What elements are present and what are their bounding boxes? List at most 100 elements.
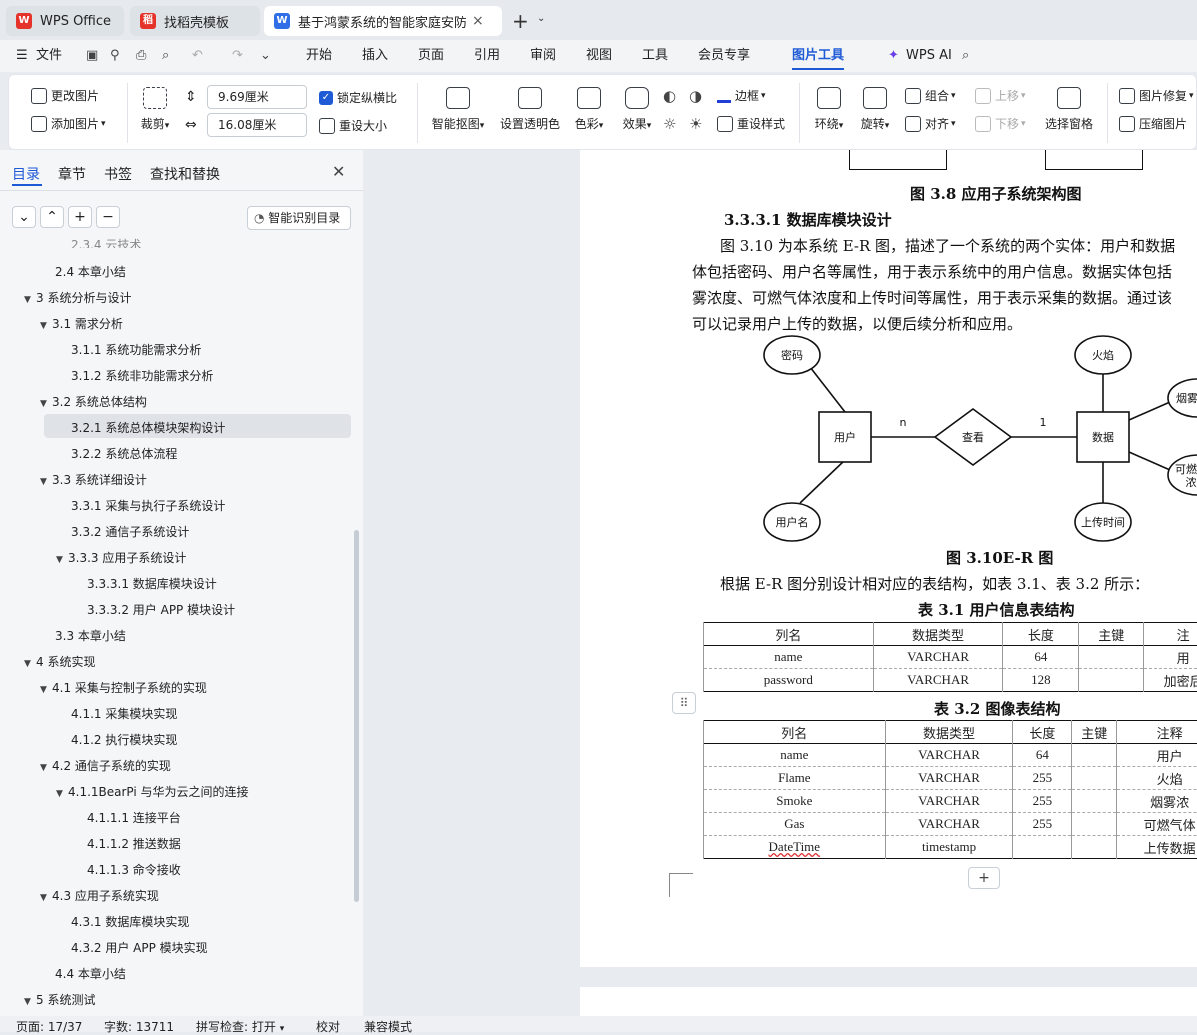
change-picture-button[interactable]: 更改图片 xyxy=(31,87,99,104)
image-table[interactable]: 列名 数据类型 长度 主键 注释 name VARCHAR 64 用户 Flam… xyxy=(703,720,1197,859)
expand-triangle-icon[interactable]: ▼ xyxy=(56,555,68,565)
expand-triangle-icon[interactable]: ▼ xyxy=(56,789,68,799)
toc-item[interactable]: 4.1.2 执行模块实现 xyxy=(71,731,177,748)
chevron-down-icon[interactable]: ⌄ xyxy=(537,13,545,24)
menu-file[interactable]: 文件 xyxy=(36,40,62,72)
remove-toc-button[interactable]: − xyxy=(96,206,120,228)
er-diagram[interactable]: 密码 用户 用户名 n 查看 1 数据 火焰 烟雾 可燃 浓 上传时间 xyxy=(580,330,1197,550)
user-info-table[interactable]: 列名 数据类型 长度 主键 注 name VARCHAR 64 用 passwo… xyxy=(703,622,1197,692)
reset-size-button[interactable]: 重设大小 xyxy=(319,117,387,134)
toc-item[interactable]: ▼3 系统分析与设计 xyxy=(24,289,131,306)
nav-tab-toc[interactable]: 目录 xyxy=(12,164,40,184)
menu-picture-tools[interactable]: 图片工具 xyxy=(792,40,844,70)
menu-review[interactable]: 审阅 xyxy=(530,40,556,72)
color-button[interactable]: 色彩▾ xyxy=(569,87,609,132)
expand-button[interactable]: ⌃ xyxy=(40,206,64,228)
word-count[interactable]: 字数: 13711 xyxy=(104,1018,174,1035)
close-icon[interactable]: ✕ xyxy=(332,162,345,181)
effect-button[interactable]: 效果▾ xyxy=(615,87,659,132)
menu-insert[interactable]: 插入 xyxy=(362,40,388,72)
toc-item[interactable]: ▼3.3 系统详细设计 xyxy=(40,471,147,488)
contrast-up-icon[interactable]: ☼ xyxy=(663,115,676,133)
toc-item[interactable]: 3.3.1 采集与执行子系统设计 xyxy=(71,497,225,514)
align-button[interactable]: 对齐▾ xyxy=(905,115,956,132)
contrast-down-icon[interactable]: ☀ xyxy=(689,115,702,133)
smart-cutout-button[interactable]: 智能抠图▾ xyxy=(427,87,489,132)
group-button[interactable]: 组合▾ xyxy=(905,87,956,104)
print-icon[interactable]: ⎙ xyxy=(136,40,146,72)
expand-triangle-icon[interactable]: ▼ xyxy=(40,321,52,331)
menu-wps-ai[interactable]: WPS AI xyxy=(906,40,952,72)
picture-repair-button[interactable]: 图片修复▾ xyxy=(1119,87,1194,104)
smart-toc-button[interactable]: ◔ 智能识别目录 xyxy=(247,206,351,230)
spell-check-toggle[interactable]: 拼写检查: 打开 ▾ xyxy=(196,1018,284,1035)
width-input[interactable]: 16.08厘米 xyxy=(207,113,307,137)
close-tab-icon[interactable]: × xyxy=(472,13,484,29)
toc-item[interactable]: ▼5 系统测试 xyxy=(24,991,95,1008)
toc-item[interactable]: ▼3.2 系统总体结构 xyxy=(40,393,147,410)
hamburger-icon[interactable]: ☰ xyxy=(16,40,28,72)
add-picture-button[interactable]: 添加图片▾ xyxy=(31,115,106,132)
toc-item[interactable]: ▼4.1.1BearPi 与华为云之间的连接 xyxy=(56,783,249,800)
add-row-icon[interactable]: + xyxy=(968,867,1000,889)
document-page-next[interactable] xyxy=(580,987,1197,1016)
border-button[interactable]: 边框▾ xyxy=(717,87,766,104)
expand-triangle-icon[interactable]: ▼ xyxy=(40,893,52,903)
wrap-button[interactable]: 环绕▾ xyxy=(809,87,849,132)
toc-item[interactable]: 3.3.3.1 数据库模块设计 xyxy=(87,575,217,592)
toc-item[interactable]: ▼3.1 需求分析 xyxy=(40,315,123,332)
toc-item[interactable]: 2.3.4 云技术 xyxy=(71,236,141,248)
page-indicator[interactable]: 页面: 17/37 xyxy=(16,1018,82,1035)
height-input[interactable]: 9.69厘米 xyxy=(207,85,307,109)
toc-item[interactable]: ▼4.1 采集与控制子系统的实现 xyxy=(40,679,207,696)
expand-triangle-icon[interactable]: ▼ xyxy=(24,659,36,669)
menu-member[interactable]: 会员专享 xyxy=(698,40,750,72)
toc-item[interactable]: 2.4 本章小结 xyxy=(55,263,126,280)
lock-ratio-checkbox[interactable]: ✓锁定纵横比 xyxy=(319,89,397,106)
set-transparent-button[interactable]: 设置透明色 xyxy=(497,87,563,132)
tab-document[interactable]: W 基于鸿蒙系统的智能家庭安防 × xyxy=(264,6,502,36)
compress-picture-button[interactable]: 压缩图片 xyxy=(1119,115,1187,132)
expand-triangle-icon[interactable]: ▼ xyxy=(40,685,52,695)
menu-page[interactable]: 页面 xyxy=(418,40,444,72)
menu-tools[interactable]: 工具 xyxy=(642,40,668,72)
print-preview-icon[interactable]: ⌕ xyxy=(162,40,169,72)
expand-triangle-icon[interactable]: ▼ xyxy=(40,763,52,773)
search-icon[interactable]: ⌕ xyxy=(962,40,969,72)
expand-triangle-icon[interactable]: ▼ xyxy=(24,295,36,305)
tab-wps-office[interactable]: W WPS Office xyxy=(6,6,124,36)
nav-tab-chapter[interactable]: 章节 xyxy=(58,164,86,184)
table-drag-handle-icon[interactable]: ⠿ xyxy=(672,692,696,714)
more-chevron-icon[interactable]: ⌄ xyxy=(260,40,271,72)
expand-triangle-icon[interactable]: ▼ xyxy=(24,997,36,1007)
undo-icon[interactable]: ↶ xyxy=(192,40,203,72)
menu-reference[interactable]: 引用 xyxy=(474,40,500,72)
redo-icon[interactable]: ↷ xyxy=(232,40,243,72)
proofread-button[interactable]: 校对 xyxy=(316,1018,340,1035)
select-pane-button[interactable]: 选择窗格 xyxy=(1041,87,1097,132)
toc-item[interactable]: 3.3.3.2 用户 APP 模块设计 xyxy=(87,601,235,618)
add-toc-button[interactable]: + xyxy=(68,206,92,228)
menu-view[interactable]: 视图 xyxy=(586,40,612,72)
reset-style-button[interactable]: 重设样式 xyxy=(717,115,785,132)
toc-item[interactable]: 3.3.2 通信子系统设计 xyxy=(71,523,189,540)
expand-triangle-icon[interactable]: ▼ xyxy=(40,399,52,409)
toc-item[interactable]: 4.1.1 采集模块实现 xyxy=(71,705,177,722)
toc-item[interactable]: 3.2.2 系统总体流程 xyxy=(71,445,177,462)
nav-scrollbar[interactable] xyxy=(354,530,359,902)
toc-item[interactable]: 4.4 本章小结 xyxy=(55,965,126,982)
crop-button[interactable]: 裁剪▾ xyxy=(135,87,175,132)
nav-tab-bookmark[interactable]: 书签 xyxy=(104,164,132,184)
toc-item-selected[interactable]: 3.2.1 系统总体模块架构设计 xyxy=(71,419,225,436)
menu-start[interactable]: 开始 xyxy=(306,40,332,72)
toc-item[interactable]: ▼4.2 通信子系统的实现 xyxy=(40,757,171,774)
toc-item[interactable]: ▼4.3 应用子系统实现 xyxy=(40,887,159,904)
toc-item[interactable]: 4.1.1.3 命令接收 xyxy=(87,861,181,878)
nav-tab-find-replace[interactable]: 查找和替换 xyxy=(150,164,220,184)
toc-item[interactable]: 4.3.2 用户 APP 模块实现 xyxy=(71,939,208,956)
toc-item[interactable]: 3.1.2 系统非功能需求分析 xyxy=(71,367,213,384)
link-icon[interactable]: ⚲ xyxy=(110,40,120,72)
move-down-button[interactable]: 下移▾ xyxy=(975,115,1026,132)
toc-item[interactable]: ▼3.3.3 应用子系统设计 xyxy=(56,549,186,566)
collapse-button[interactable]: ⌄ xyxy=(12,206,36,228)
